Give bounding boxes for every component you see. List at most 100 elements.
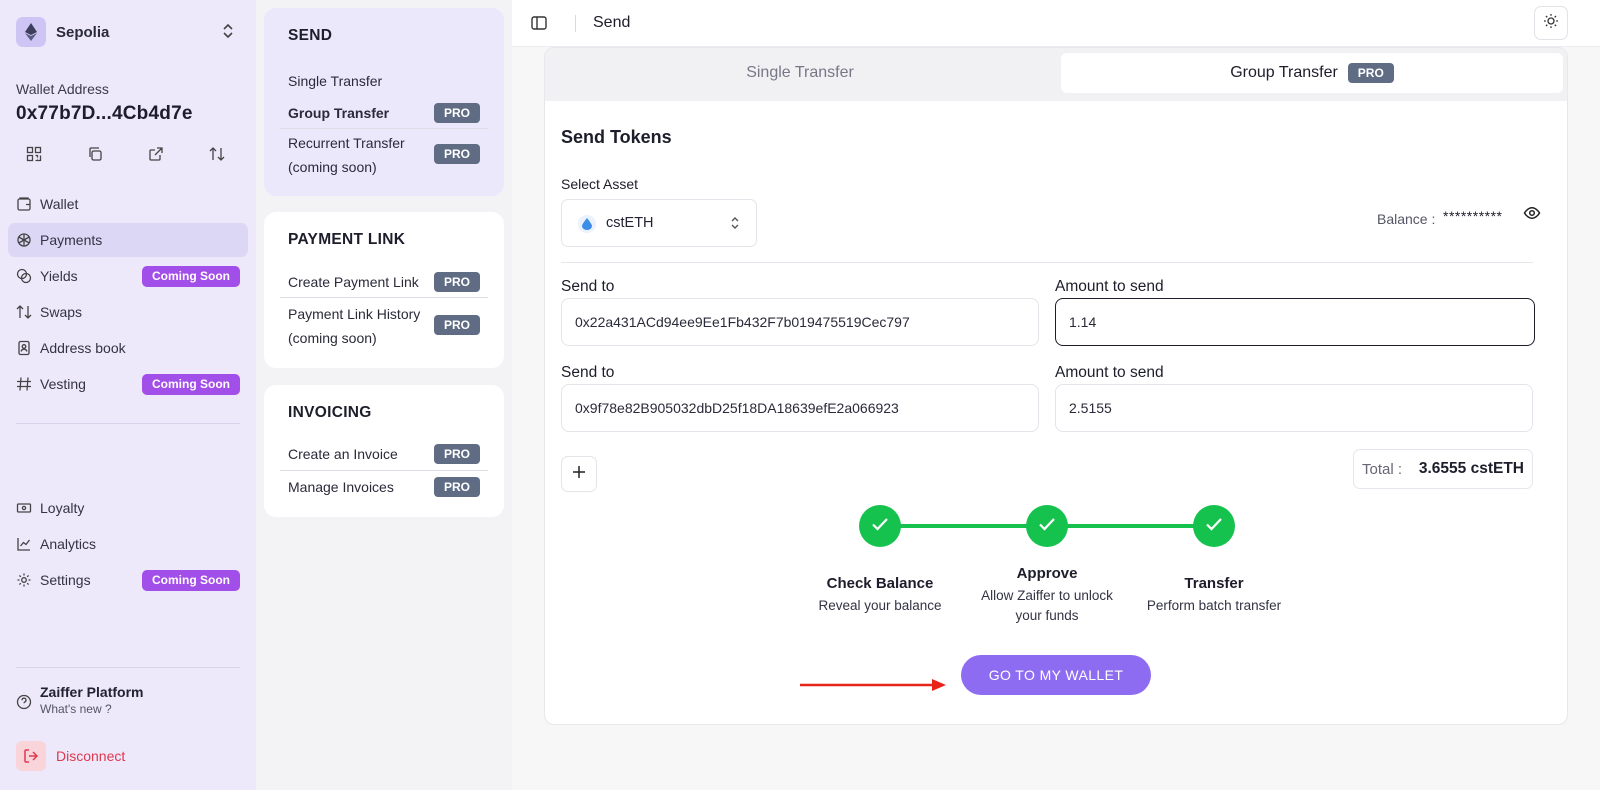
sidebar-item-label: Wallet [40, 196, 79, 212]
send-menu-card: SEND Single Transfer Group Transfer PRO … [264, 8, 504, 196]
sidebar-item-swaps[interactable]: Swaps [8, 295, 248, 329]
disconnect-button[interactable]: Disconnect [16, 740, 125, 772]
coming-soon-badge: Coming Soon [142, 266, 240, 287]
tab-single-transfer[interactable]: Single Transfer [545, 53, 1055, 93]
sidebar-item-label: Payments [40, 232, 103, 248]
sidebar-item-yields[interactable]: Yields Coming Soon [8, 259, 248, 293]
checkmark-icon [1037, 516, 1057, 537]
help-circle-icon [16, 694, 32, 715]
menu-item-payment-link-history[interactable]: Payment Link History (coming soon) PRO [280, 300, 488, 356]
menu-item-label: Recurrent Transfer [288, 135, 405, 151]
sidebar-item-label: Settings [40, 572, 91, 588]
copy-icon[interactable] [85, 144, 105, 164]
menu-item-label: Payment Link History [288, 306, 421, 322]
chart-line-icon [16, 536, 32, 552]
select-asset-label: Select Asset [561, 176, 639, 192]
pro-badge: PRO [433, 444, 480, 464]
sidebar-item-vesting[interactable]: Vesting Coming Soon [8, 367, 248, 401]
pro-badge: PRO [433, 103, 480, 123]
recipient-address-input[interactable]: 0x9f78e82B905032dbD25f18DA18639efE2a0669… [561, 384, 1039, 432]
platform-title: Zaiffer Platform [40, 684, 144, 700]
step-connector [880, 524, 1048, 528]
payments-menu: SEND Single Transfer Group Transfer PRO … [256, 0, 512, 790]
menu-item-recurrent-transfer[interactable]: Recurrent Transfer (coming soon) PRO [280, 129, 488, 185]
external-link-icon[interactable] [146, 144, 166, 164]
amount-input[interactable]: 2.5155 [1055, 384, 1533, 432]
selected-asset: cstETH [606, 215, 654, 231]
balance-value: ********** [1443, 208, 1503, 224]
sidebar-divider [16, 423, 240, 424]
platform-news-link[interactable]: Zaiffer Platform What's new ? [16, 684, 240, 720]
wallet-icon [16, 196, 32, 212]
sidebar-item-address-book[interactable]: Address book [8, 331, 248, 365]
step-title: Transfer [1184, 575, 1244, 592]
add-recipient-button[interactable] [561, 456, 597, 492]
pro-badge: PRO [1347, 63, 1394, 83]
sidebar-item-analytics[interactable]: Analytics [8, 527, 248, 561]
invoicing-section-title: INVOICING [288, 404, 372, 421]
balance-label: Balance : [1377, 211, 1436, 227]
asset-select[interactable]: cstETH [561, 199, 757, 247]
menu-item-create-payment-link[interactable]: Create Payment Link PRO [280, 268, 488, 298]
pro-badge: PRO [433, 477, 480, 497]
sidebar-item-label: Analytics [40, 536, 97, 552]
qr-code-icon[interactable] [24, 144, 44, 164]
menu-separator [280, 470, 488, 471]
sun-icon [1543, 13, 1559, 34]
gear-icon [16, 572, 32, 588]
tab-group-transfer[interactable]: Group Transfer PRO [1061, 53, 1563, 93]
step-subtitle: Perform batch transfer [1146, 598, 1282, 613]
page-title: Send [593, 14, 631, 31]
swap-icon [16, 304, 32, 320]
send-to-label: Send to [561, 364, 615, 381]
sidebar-item-settings[interactable]: Settings Coming Soon [8, 563, 248, 597]
sidebar-item-label: Yields [40, 268, 78, 284]
coming-soon-badge: Coming Soon [142, 374, 240, 395]
menu-item-label: Single Transfer [288, 73, 383, 89]
send-panel: Single Transfer Group Transfer PRO Send … [544, 47, 1568, 725]
address-book-icon [16, 340, 32, 356]
menu-item-sublabel: (coming soon) [288, 159, 377, 175]
address-actions [24, 144, 230, 164]
network-name: Sepolia [56, 23, 110, 41]
top-bar: Send [512, 0, 1600, 47]
ethereum-icon [16, 17, 46, 47]
amount-input[interactable]: 1.14 [1055, 298, 1535, 346]
sidebar-item-loyalty[interactable]: Loyalty [8, 491, 248, 525]
sidebar-toggle-icon[interactable] [530, 14, 548, 32]
pro-badge: PRO [433, 272, 480, 292]
annotation-arrow-icon [800, 678, 948, 697]
payments-icon [16, 232, 32, 248]
sidebar-item-payments[interactable]: Payments [8, 223, 248, 257]
sidebar-item-label: Loyalty [40, 500, 85, 516]
go-to-wallet-button[interactable]: GO TO MY WALLET [961, 655, 1151, 695]
step-title: Approve [1016, 565, 1078, 582]
transfer-tabs: Single Transfer Group Transfer PRO [545, 48, 1567, 101]
menu-separator [280, 297, 488, 298]
menu-item-create-invoice[interactable]: Create an Invoice PRO [280, 440, 488, 471]
coins-icon [16, 268, 32, 284]
menu-item-single-transfer[interactable]: Single Transfer [280, 65, 488, 97]
eye-icon[interactable] [1523, 204, 1543, 224]
step-transfer-indicator [1193, 505, 1235, 547]
step-approve-indicator [1026, 505, 1068, 547]
tab-label: Group Transfer [1230, 64, 1338, 81]
sidebar-item-wallet[interactable]: Wallet [8, 187, 248, 221]
swap-arrows-icon[interactable] [207, 144, 227, 164]
send-section-title: SEND [288, 27, 333, 44]
disconnect-label: Disconnect [56, 748, 126, 764]
send-tokens-title: Send Tokens [561, 127, 672, 147]
recipient-address-input[interactable]: 0x22a431ACd94ee9Ee1Fb432F7b019475519Cec7… [561, 298, 1039, 346]
theme-toggle-button[interactable] [1534, 6, 1568, 40]
topbar-separator [575, 15, 576, 32]
step-title: Check Balance [826, 575, 934, 592]
form-divider [561, 262, 1533, 263]
menu-item-manage-invoices[interactable]: Manage Invoices PRO [280, 473, 488, 503]
step-subtitle: Allow Zaiffer to unlock [981, 588, 1113, 603]
menu-item-label: Create an Invoice [288, 446, 398, 462]
checkmark-icon [1204, 516, 1224, 537]
menu-item-sublabel: (coming soon) [288, 330, 377, 346]
menu-item-group-transfer[interactable]: Group Transfer PRO [280, 97, 488, 129]
amount-to-send-label: Amount to send [1055, 364, 1164, 381]
network-selector[interactable]: Sepolia [16, 16, 240, 48]
